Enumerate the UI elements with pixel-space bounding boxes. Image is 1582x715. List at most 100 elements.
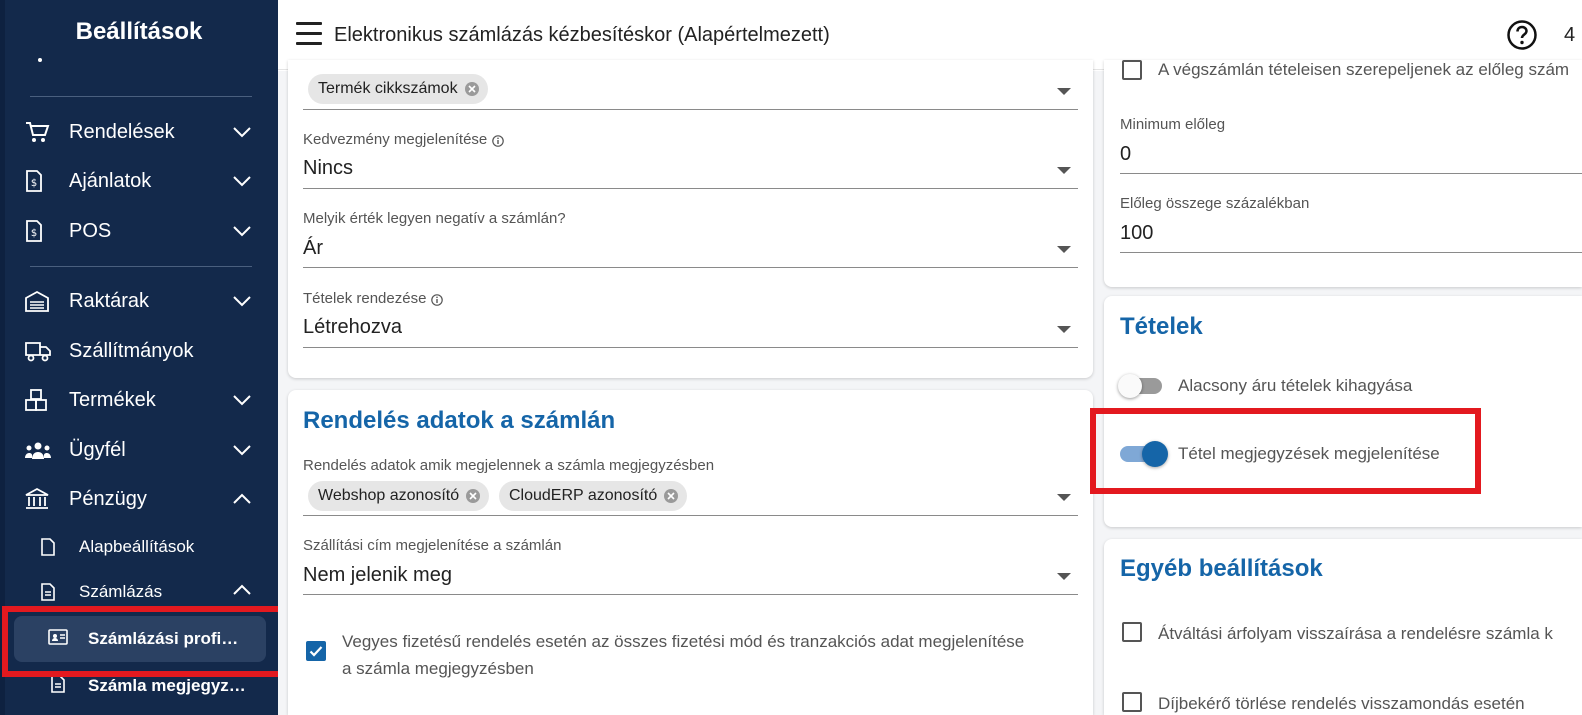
dropdown-arrow-icon[interactable] <box>1057 167 1071 174</box>
sidebar-divider <box>30 96 252 97</box>
field-label-text: Kedvezmény megjelenítése <box>303 131 488 148</box>
min-advance-label: Minimum előleg <box>1120 116 1226 133</box>
dropdown-arrow-icon[interactable] <box>1057 326 1071 333</box>
chip-webshop-id: Webshop azonosító <box>308 481 490 511</box>
section-title: Rendelés adatok a számlán <box>303 407 616 434</box>
sidebar-subitem-label: Számla megjegyz… <box>88 676 246 695</box>
proforma-delete-checkbox[interactable] <box>1122 692 1142 712</box>
sidebar-item-quotes[interactable]: $ Ajánlatok <box>24 161 254 201</box>
info-icon[interactable] <box>492 134 505 147</box>
chevron-down-icon <box>230 219 254 243</box>
sidebar-item-shipments[interactable]: Szállítmányok <box>24 331 254 371</box>
advance-percent-input[interactable]: 100 <box>1120 222 1153 245</box>
item-order-select[interactable]: Létrehozva <box>303 316 402 339</box>
sidebar-item-pos[interactable]: $ POS <box>24 211 254 251</box>
field-label-text: Melyik érték legyen negatív a számlán? <box>303 210 566 227</box>
menu-icon[interactable] <box>296 22 322 46</box>
section-title: Tételek <box>1120 313 1203 340</box>
exchange-rate-checkbox[interactable] <box>1122 622 1142 642</box>
dropdown-arrow-icon[interactable] <box>1057 88 1071 95</box>
field-underline <box>303 188 1078 189</box>
chevron-up-icon <box>232 583 252 601</box>
boxes-icon <box>24 388 54 412</box>
field-underline <box>303 109 1078 110</box>
field-underline <box>1120 173 1582 174</box>
other-settings-card: Egyéb beállítások Átváltási árfolyam vis… <box>1104 539 1582 715</box>
sidebar-item-label: Termékek <box>69 388 156 411</box>
sidebar-item-label: POS <box>69 219 112 242</box>
pos-icon: $ <box>24 219 54 243</box>
chevron-down-icon <box>230 289 254 313</box>
users-icon <box>24 438 54 462</box>
chevron-down-icon <box>230 438 254 462</box>
low-price-items-label: Alacsony áru tételek kihagyása <box>1178 376 1413 395</box>
sidebar-subitem-basic-settings[interactable]: Alapbeállítások <box>38 530 268 564</box>
chip-label: Webshop azonosító <box>318 487 460 504</box>
close-icon[interactable] <box>663 488 679 504</box>
shipping-address-label: Szállítási cím megjelenítése a számlán <box>303 537 562 554</box>
section-title: Egyéb beállítások <box>1120 555 1323 582</box>
chip-clouderp-id: CloudERP azonosító <box>499 481 688 511</box>
mixed-payment-label-line1: Vegyes fizetésű rendelés esetén az össze… <box>342 632 1025 651</box>
field-underline <box>303 267 1078 268</box>
sidebar-item-label: Pénzügy <box>69 487 147 510</box>
svg-text:$: $ <box>31 178 37 189</box>
final-invoice-label: A végszámlán tételeisen szerepeljenek az… <box>1158 60 1570 79</box>
close-icon[interactable] <box>465 488 481 504</box>
clipped-item-fragment <box>34 58 114 68</box>
negative-value-select[interactable]: Ár <box>303 237 323 260</box>
svg-text:$: $ <box>31 228 37 239</box>
sidebar-item-label: Ajánlatok <box>69 169 152 192</box>
highlight-box-toggle <box>1090 408 1481 494</box>
dropdown-arrow-icon[interactable] <box>1057 494 1071 501</box>
topbar-clipped-text: 4 <box>1564 24 1576 46</box>
document-dollar-icon: $ <box>24 169 54 193</box>
sidebar-item-products[interactable]: Termékek <box>24 380 254 420</box>
chevron-down-icon <box>230 169 254 193</box>
bank-icon <box>24 487 54 511</box>
sidebar-subitem-label: Számlázás <box>79 582 163 601</box>
min-advance-input[interactable]: 0 <box>1120 143 1131 166</box>
mixed-payment-label-line2: a számla megjegyzésben <box>342 659 534 678</box>
sidebar-subitem-label: Alapbeállítások <box>79 537 195 556</box>
field-underline <box>303 515 1078 516</box>
chip-label: CloudERP azonosító <box>509 487 658 504</box>
low-price-items-toggle[interactable] <box>1118 374 1166 398</box>
discount-display-label: Kedvezmény megjelenítése <box>303 131 505 148</box>
sidebar-item-label: Ügyfél <box>69 438 126 461</box>
sidebar-item-customers[interactable]: Ügyfél <box>24 430 254 470</box>
warehouse-icon <box>24 289 54 313</box>
chip-label: Termék cikkszámok <box>318 80 458 97</box>
dropdown-arrow-icon[interactable] <box>1057 246 1071 253</box>
chevron-down-icon <box>230 388 254 412</box>
file-text-icon <box>48 674 68 698</box>
close-icon[interactable] <box>464 81 480 97</box>
advance-percent-label: Előleg összege százalékban <box>1120 195 1310 212</box>
proforma-delete-label: Díjbekérő törlése rendelés visszamondás … <box>1158 694 1525 713</box>
negative-value-label: Melyik érték legyen negatív a számlán? <box>303 210 566 227</box>
field-underline <box>303 347 1078 348</box>
sidebar-item-warehouses[interactable]: Raktárak <box>24 281 254 321</box>
info-icon[interactable] <box>431 293 444 306</box>
mixed-payment-label: Vegyes fizetésű rendelés esetén az össze… <box>342 628 1082 682</box>
sidebar-title: Beállítások <box>75 18 203 45</box>
mixed-payment-checkbox[interactable] <box>306 641 326 661</box>
chip-product-sku: Termék cikkszámok <box>308 74 488 104</box>
sidebar-item-orders[interactable]: Rendelések <box>24 112 254 152</box>
file-icon <box>38 538 58 556</box>
order-notes-label: Rendelés adatok amik megjelennek a száml… <box>303 457 715 474</box>
discount-display-select[interactable]: Nincs <box>303 157 353 180</box>
dropdown-arrow-icon[interactable] <box>1057 573 1071 580</box>
sidebar-subitem-billing[interactable]: Számlázás <box>38 575 268 609</box>
shipping-address-select[interactable]: Nem jelenik meg <box>303 564 452 587</box>
field-underline <box>303 594 1078 595</box>
page-title: Elektronikus számlázás kézbesítéskor (Al… <box>334 24 830 46</box>
sidebar-divider <box>30 266 252 267</box>
advance-card: A végszámlán tételeisen szerepeljenek az… <box>1104 60 1582 287</box>
final-invoice-checkbox[interactable] <box>1122 60 1142 80</box>
order-data-card: Rendelés adatok a számlán Rendelés adato… <box>288 390 1093 715</box>
sidebar-item-label: Szállítmányok <box>69 339 194 362</box>
sidebar-item-finance[interactable]: Pénzügy <box>24 479 254 519</box>
chevron-down-icon <box>230 120 254 144</box>
help-icon[interactable] <box>1506 19 1538 51</box>
